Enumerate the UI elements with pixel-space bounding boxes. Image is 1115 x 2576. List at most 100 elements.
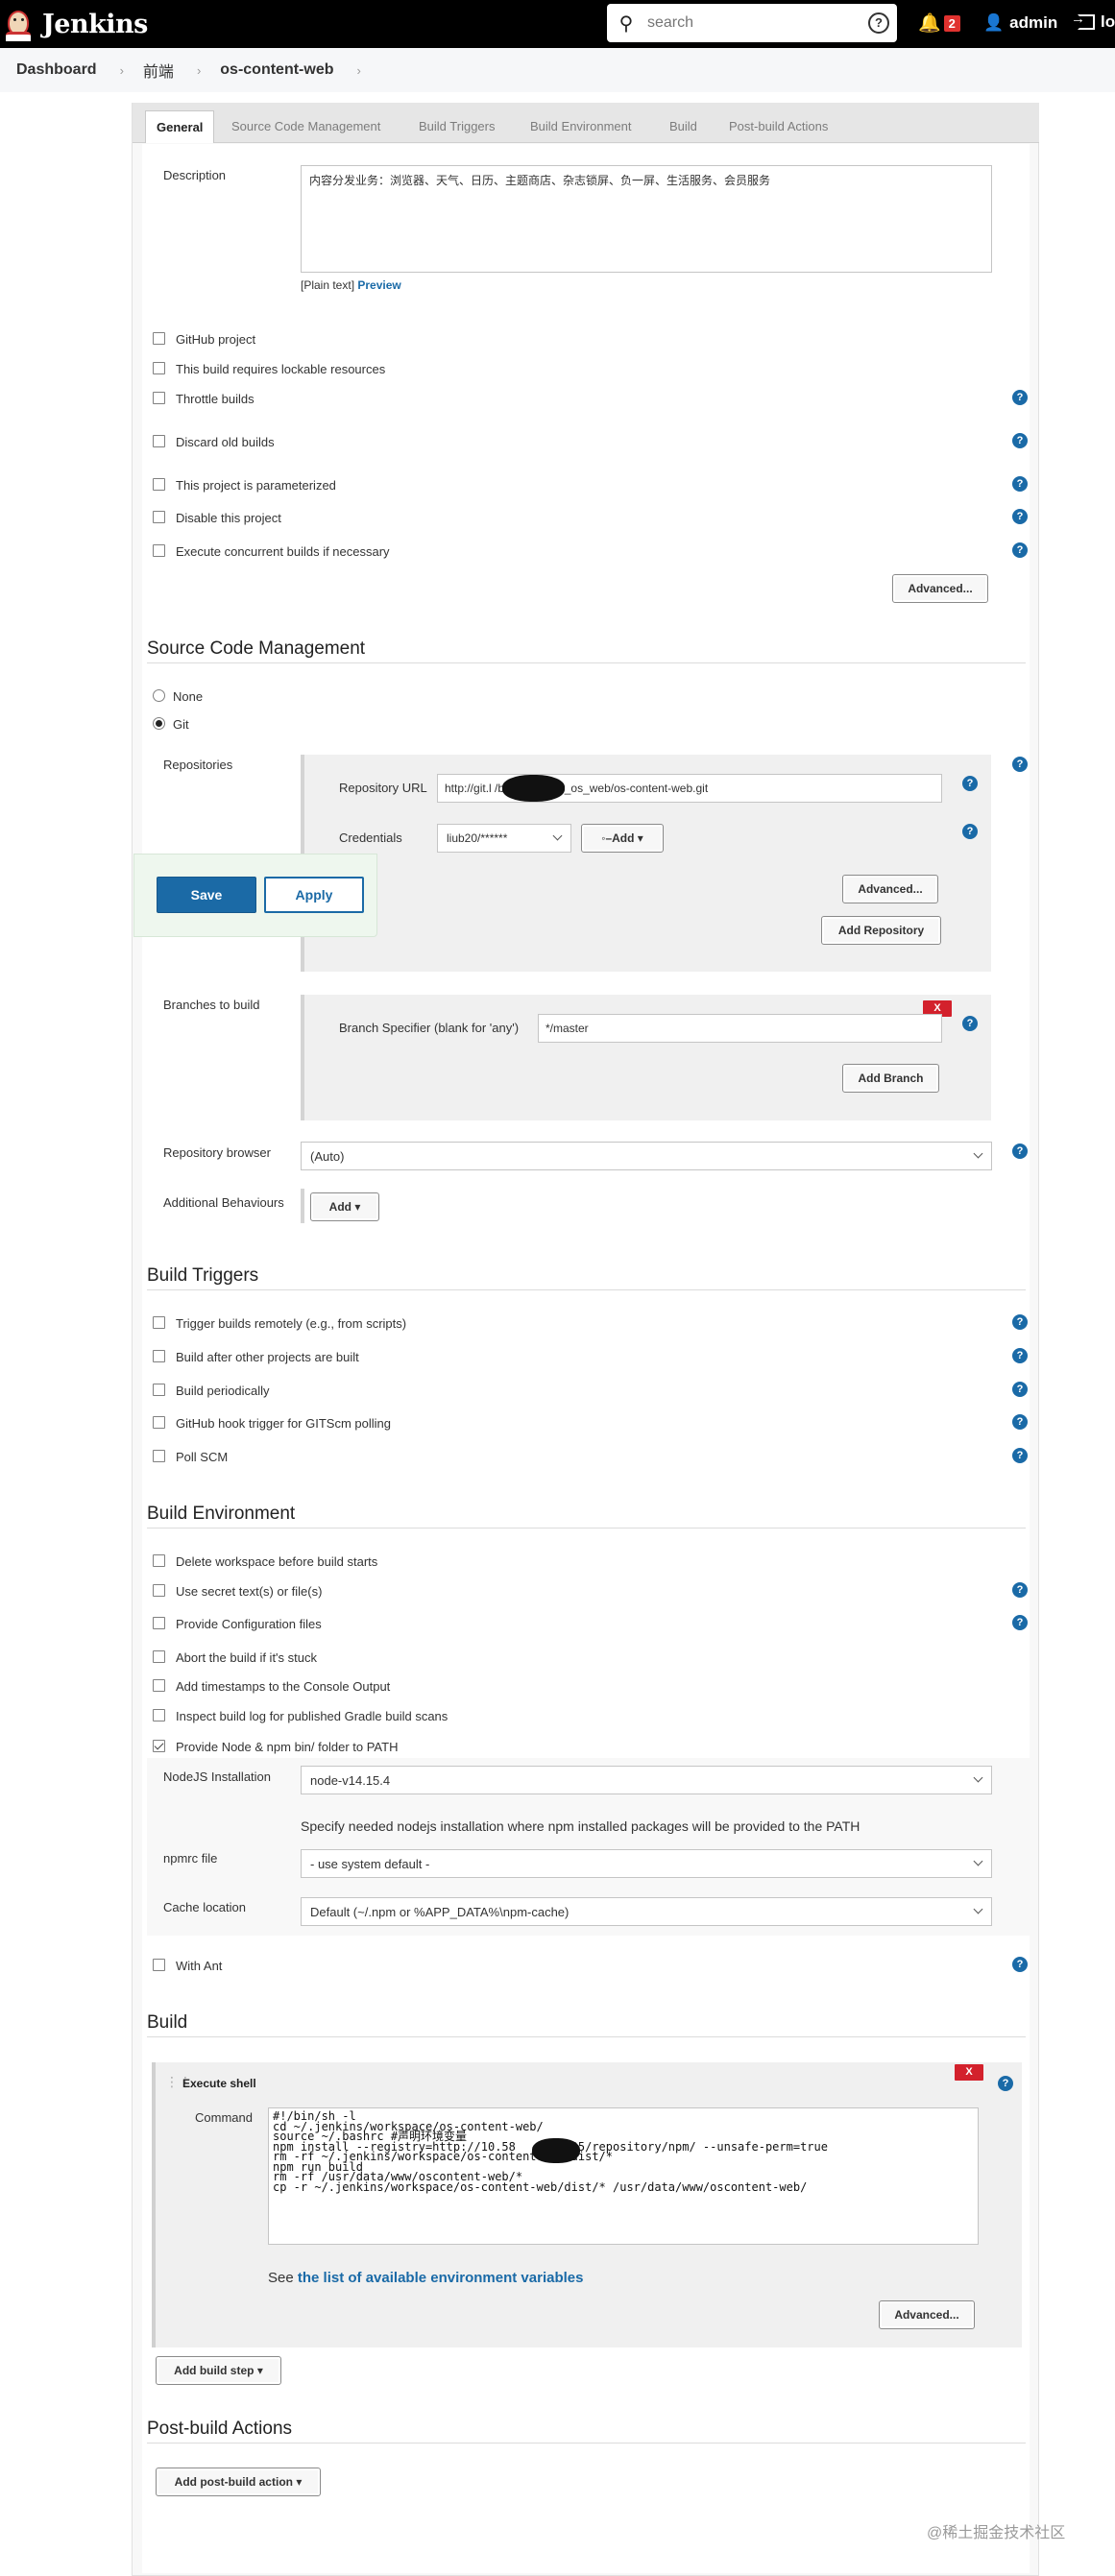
chevron-right-icon[interactable]: › — [357, 63, 361, 78]
help-icon[interactable]: ? — [1012, 476, 1028, 492]
help-icon[interactable]: ? — [1012, 390, 1028, 405]
credentials-add-button[interactable]: ◦–Add ▾ — [581, 824, 664, 853]
help-icon[interactable]: ? — [1012, 1348, 1028, 1363]
option-label: Throttle builds — [176, 392, 255, 406]
option-label: This project is parameterized — [176, 478, 336, 493]
discard-old-builds-checkbox[interactable] — [153, 435, 165, 447]
config-files-checkbox[interactable] — [153, 1617, 165, 1629]
github-project-checkbox[interactable] — [153, 332, 165, 345]
delete-workspace-checkbox[interactable] — [153, 1554, 165, 1567]
breadcrumb-dashboard[interactable]: Dashboard — [16, 61, 97, 79]
additional-behaviours-add-button[interactable]: Add ▾ — [310, 1192, 379, 1221]
help-icon[interactable]: ? — [962, 776, 978, 791]
help-icon[interactable]: ? — [1012, 433, 1028, 448]
option-label: Add timestamps to the Console Output — [176, 1679, 391, 1694]
help-icon[interactable]: ? — [1012, 509, 1028, 524]
throttle-builds-checkbox[interactable] — [153, 392, 165, 404]
description-textarea[interactable]: 内容分发业务：浏览器、天气、日历、主题商店、杂志锁屏、负一屏、生活服务、会员服务 — [301, 165, 992, 273]
tab-source-code-management[interactable]: Source Code Management — [231, 110, 380, 143]
shell-advanced-button[interactable]: Advanced... — [879, 2300, 975, 2329]
env-vars-link[interactable]: the list of available environment variab… — [298, 2270, 584, 2286]
cache-location-value: Default (~/.npm or %APP_DATA%\npm-cache) — [310, 1905, 570, 1919]
tab-build-triggers[interactable]: Build Triggers — [419, 110, 495, 143]
branches-label: Branches to build — [163, 998, 260, 1012]
abort-stuck-checkbox[interactable] — [153, 1650, 165, 1663]
help-icon[interactable]: ? — [1012, 1582, 1028, 1598]
node-npm-path-checkbox[interactable] — [153, 1740, 165, 1752]
chevron-right-icon[interactable]: › — [197, 63, 201, 78]
tab-post-build-actions[interactable]: Post-build Actions — [729, 110, 828, 143]
cache-location-select[interactable]: Default (~/.npm or %APP_DATA%\npm-cache) — [301, 1897, 992, 1926]
help-icon[interactable]: ? — [1012, 542, 1028, 558]
lockable-resources-checkbox[interactable] — [153, 362, 165, 374]
help-icon[interactable]: ? — [1012, 1448, 1028, 1463]
search-icon: ⚲ — [618, 12, 634, 35]
nodejs-select[interactable]: node-v14.15.4 — [301, 1766, 992, 1794]
search-input[interactable] — [645, 9, 868, 37]
help-icon[interactable]: ? — [1012, 1615, 1028, 1630]
with-ant-checkbox[interactable] — [153, 1959, 165, 1971]
divider — [147, 2036, 1026, 2037]
help-icon[interactable]: ? — [1012, 1382, 1028, 1397]
npmrc-select[interactable]: - use system default - — [301, 1849, 992, 1878]
secret-text-checkbox[interactable] — [153, 1584, 165, 1597]
npmrc-value: - use system default - — [310, 1857, 430, 1871]
save-button[interactable]: Save — [157, 877, 256, 913]
notifications-button[interactable]: 🔔 2 — [918, 12, 960, 35]
add-post-build-action-button[interactable]: Add post-build action ▾ — [156, 2468, 321, 2496]
option-label: Poll SCM — [176, 1450, 229, 1464]
build-periodically-checkbox[interactable] — [153, 1384, 165, 1396]
delete-build-step-button[interactable]: X — [955, 2064, 983, 2081]
user-name: admin — [1009, 13, 1058, 32]
plain-text-label: [Plain text] — [301, 278, 355, 292]
cache-location-label: Cache location — [163, 1900, 246, 1914]
add-build-step-button[interactable]: Add build step ▾ — [156, 2356, 281, 2385]
logout-link[interactable]: lo — [1071, 11, 1115, 32]
branch-specifier-input[interactable]: */master — [538, 1014, 942, 1043]
add-branch-button[interactable]: Add Branch — [842, 1064, 939, 1093]
user-menu[interactable]: 👤 admin — [983, 13, 1057, 33]
tab-build[interactable]: Build — [669, 110, 697, 143]
general-advanced-button[interactable]: Advanced... — [892, 574, 988, 603]
add-repository-button[interactable]: Add Repository — [821, 916, 941, 945]
poll-scm-checkbox[interactable] — [153, 1450, 165, 1462]
add-build-step-label: Add build step — [174, 2364, 255, 2377]
disable-project-checkbox[interactable] — [153, 511, 165, 523]
repo-advanced-button[interactable]: Advanced... — [842, 875, 938, 903]
help-icon[interactable]: ? — [962, 824, 978, 839]
scm-none-radio[interactable] — [153, 689, 165, 702]
tab-build-environment[interactable]: Build Environment — [530, 110, 632, 143]
nodejs-hint: Specify needed nodejs installation where… — [301, 1818, 860, 1834]
breadcrumb-job[interactable]: os-content-web — [220, 61, 333, 79]
trigger-remote-checkbox[interactable] — [153, 1316, 165, 1329]
timestamps-checkbox[interactable] — [153, 1679, 165, 1692]
help-icon[interactable]: ? — [998, 2076, 1013, 2091]
option-label: GitHub hook trigger for GITScm polling — [176, 1416, 391, 1431]
chevron-right-icon[interactable]: › — [120, 63, 124, 78]
help-icon[interactable]: ? — [1012, 757, 1028, 772]
scm-git-label: Git — [173, 717, 189, 732]
parameterized-checkbox[interactable] — [153, 478, 165, 491]
help-icon[interactable]: ? — [1012, 1414, 1028, 1430]
gradle-scans-checkbox[interactable] — [153, 1709, 165, 1721]
repo-browser-select[interactable]: (Auto) — [301, 1142, 992, 1170]
help-icon[interactable]: ? — [1012, 1957, 1028, 1972]
breadcrumb-folder[interactable]: 前端 — [143, 59, 174, 82]
search-box[interactable]: ⚲ ? — [607, 4, 897, 42]
scm-git-radio[interactable] — [153, 717, 165, 730]
apply-button[interactable]: Apply — [264, 877, 364, 913]
help-icon[interactable]: ? — [1012, 1144, 1028, 1159]
jenkins-logo[interactable]: Jenkins — [4, 4, 148, 44]
chevron-down-icon — [552, 831, 563, 841]
preview-link[interactable]: Preview — [357, 278, 400, 292]
help-icon[interactable]: ? — [1012, 1314, 1028, 1330]
credentials-select[interactable]: liub20/****** — [437, 824, 571, 853]
github-hook-checkbox[interactable] — [153, 1416, 165, 1429]
command-textarea[interactable]: #!/bin/sh -l cd ~/.jenkins/workspace/os-c… — [268, 2107, 979, 2245]
nodejs-label: NodeJS Installation — [163, 1769, 272, 1784]
tab-general[interactable]: General — [145, 110, 215, 143]
help-icon[interactable]: ? — [962, 1016, 978, 1031]
help-icon[interactable]: ? — [868, 12, 889, 34]
concurrent-builds-checkbox[interactable] — [153, 544, 165, 557]
build-after-other-checkbox[interactable] — [153, 1350, 165, 1362]
